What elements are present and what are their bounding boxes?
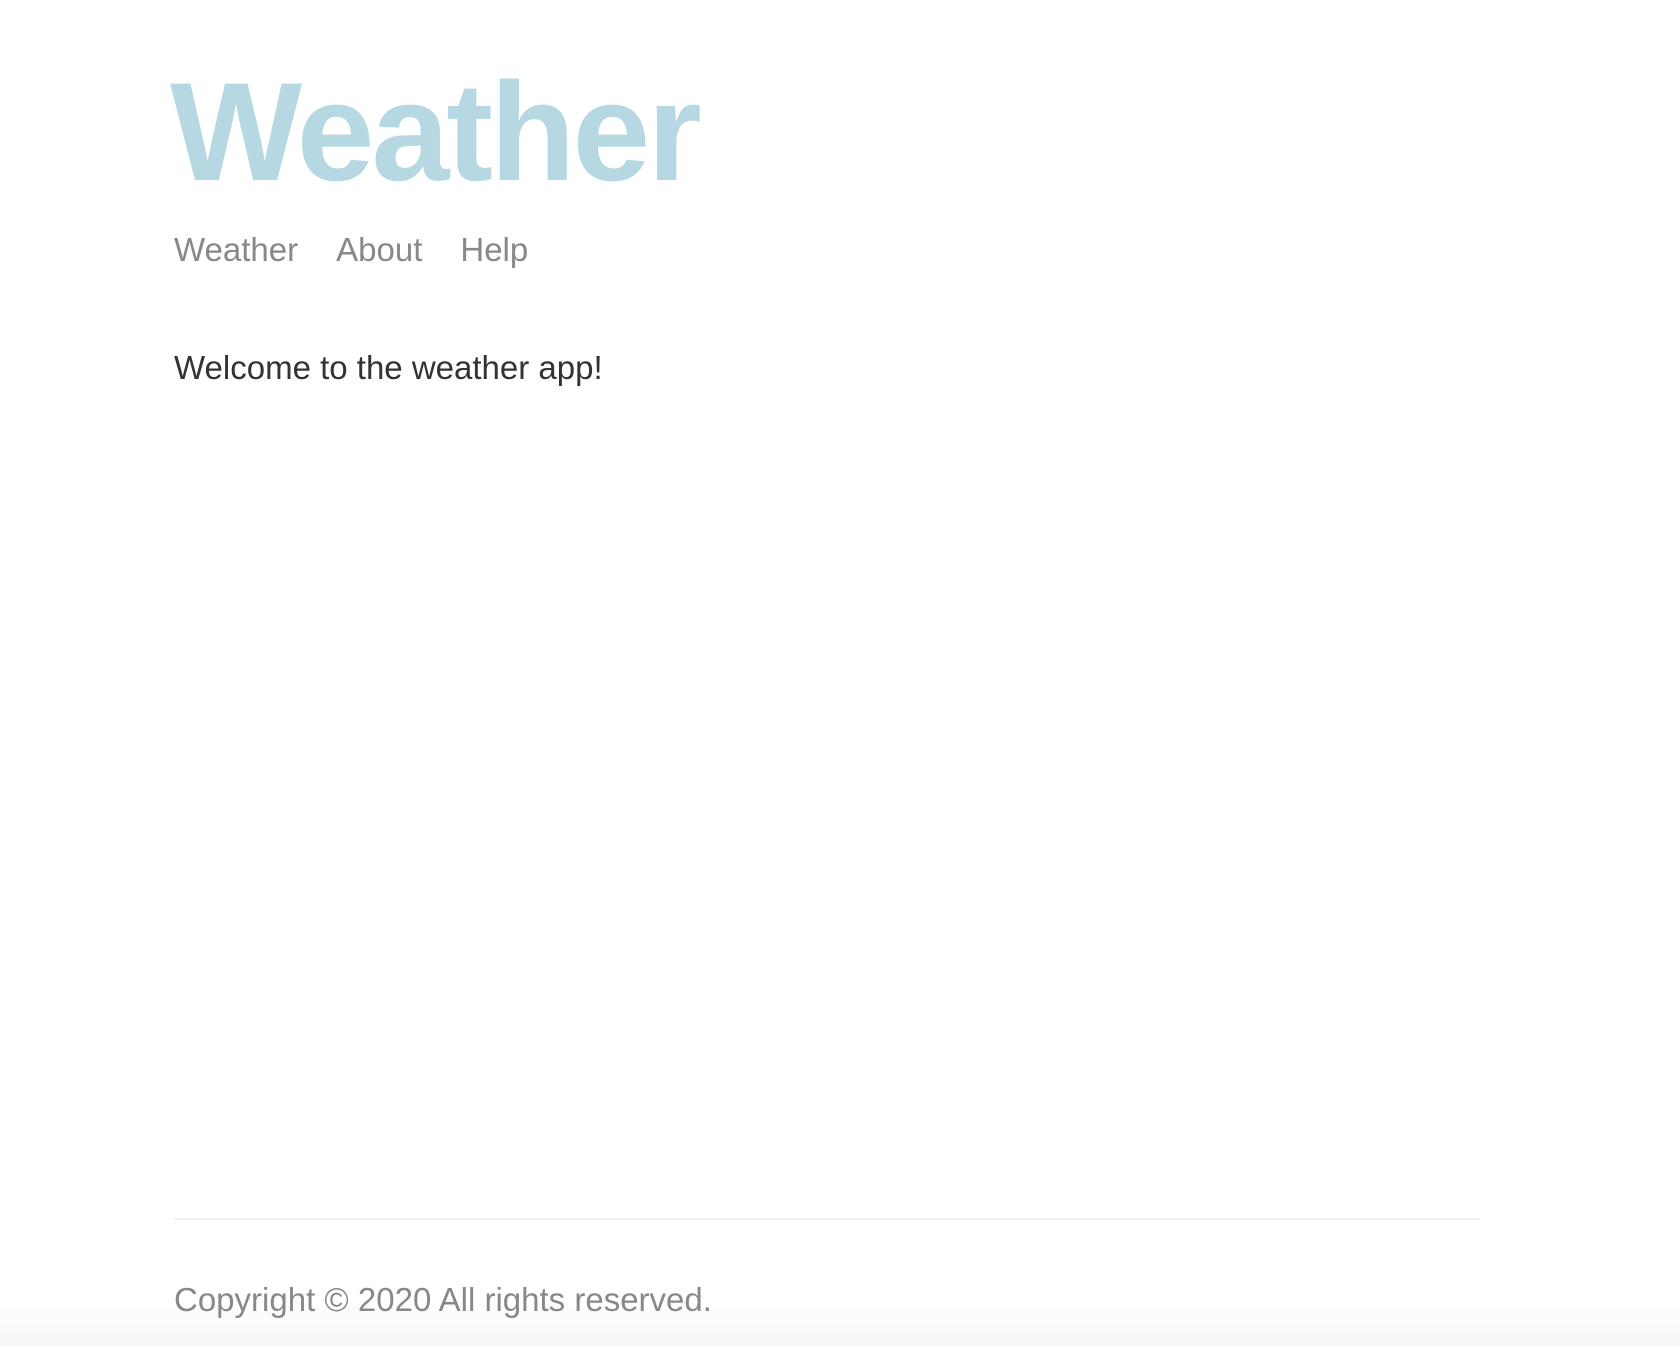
site-title: Weather bbox=[170, 53, 702, 210]
nav-link-weather[interactable]: Weather bbox=[174, 230, 298, 270]
footer-copyright: Copyright © 2020 All rights reserved. bbox=[174, 1281, 712, 1318]
nav-link-about[interactable]: About bbox=[336, 230, 422, 270]
main-nav: Weather About Help bbox=[174, 230, 566, 270]
nav-link-help[interactable]: Help bbox=[460, 230, 528, 270]
footer-divider bbox=[174, 1218, 1480, 1220]
page: Weather Weather About Help Welcome to th… bbox=[0, 0, 1680, 1346]
welcome-message: Welcome to the weather app! bbox=[174, 349, 603, 386]
